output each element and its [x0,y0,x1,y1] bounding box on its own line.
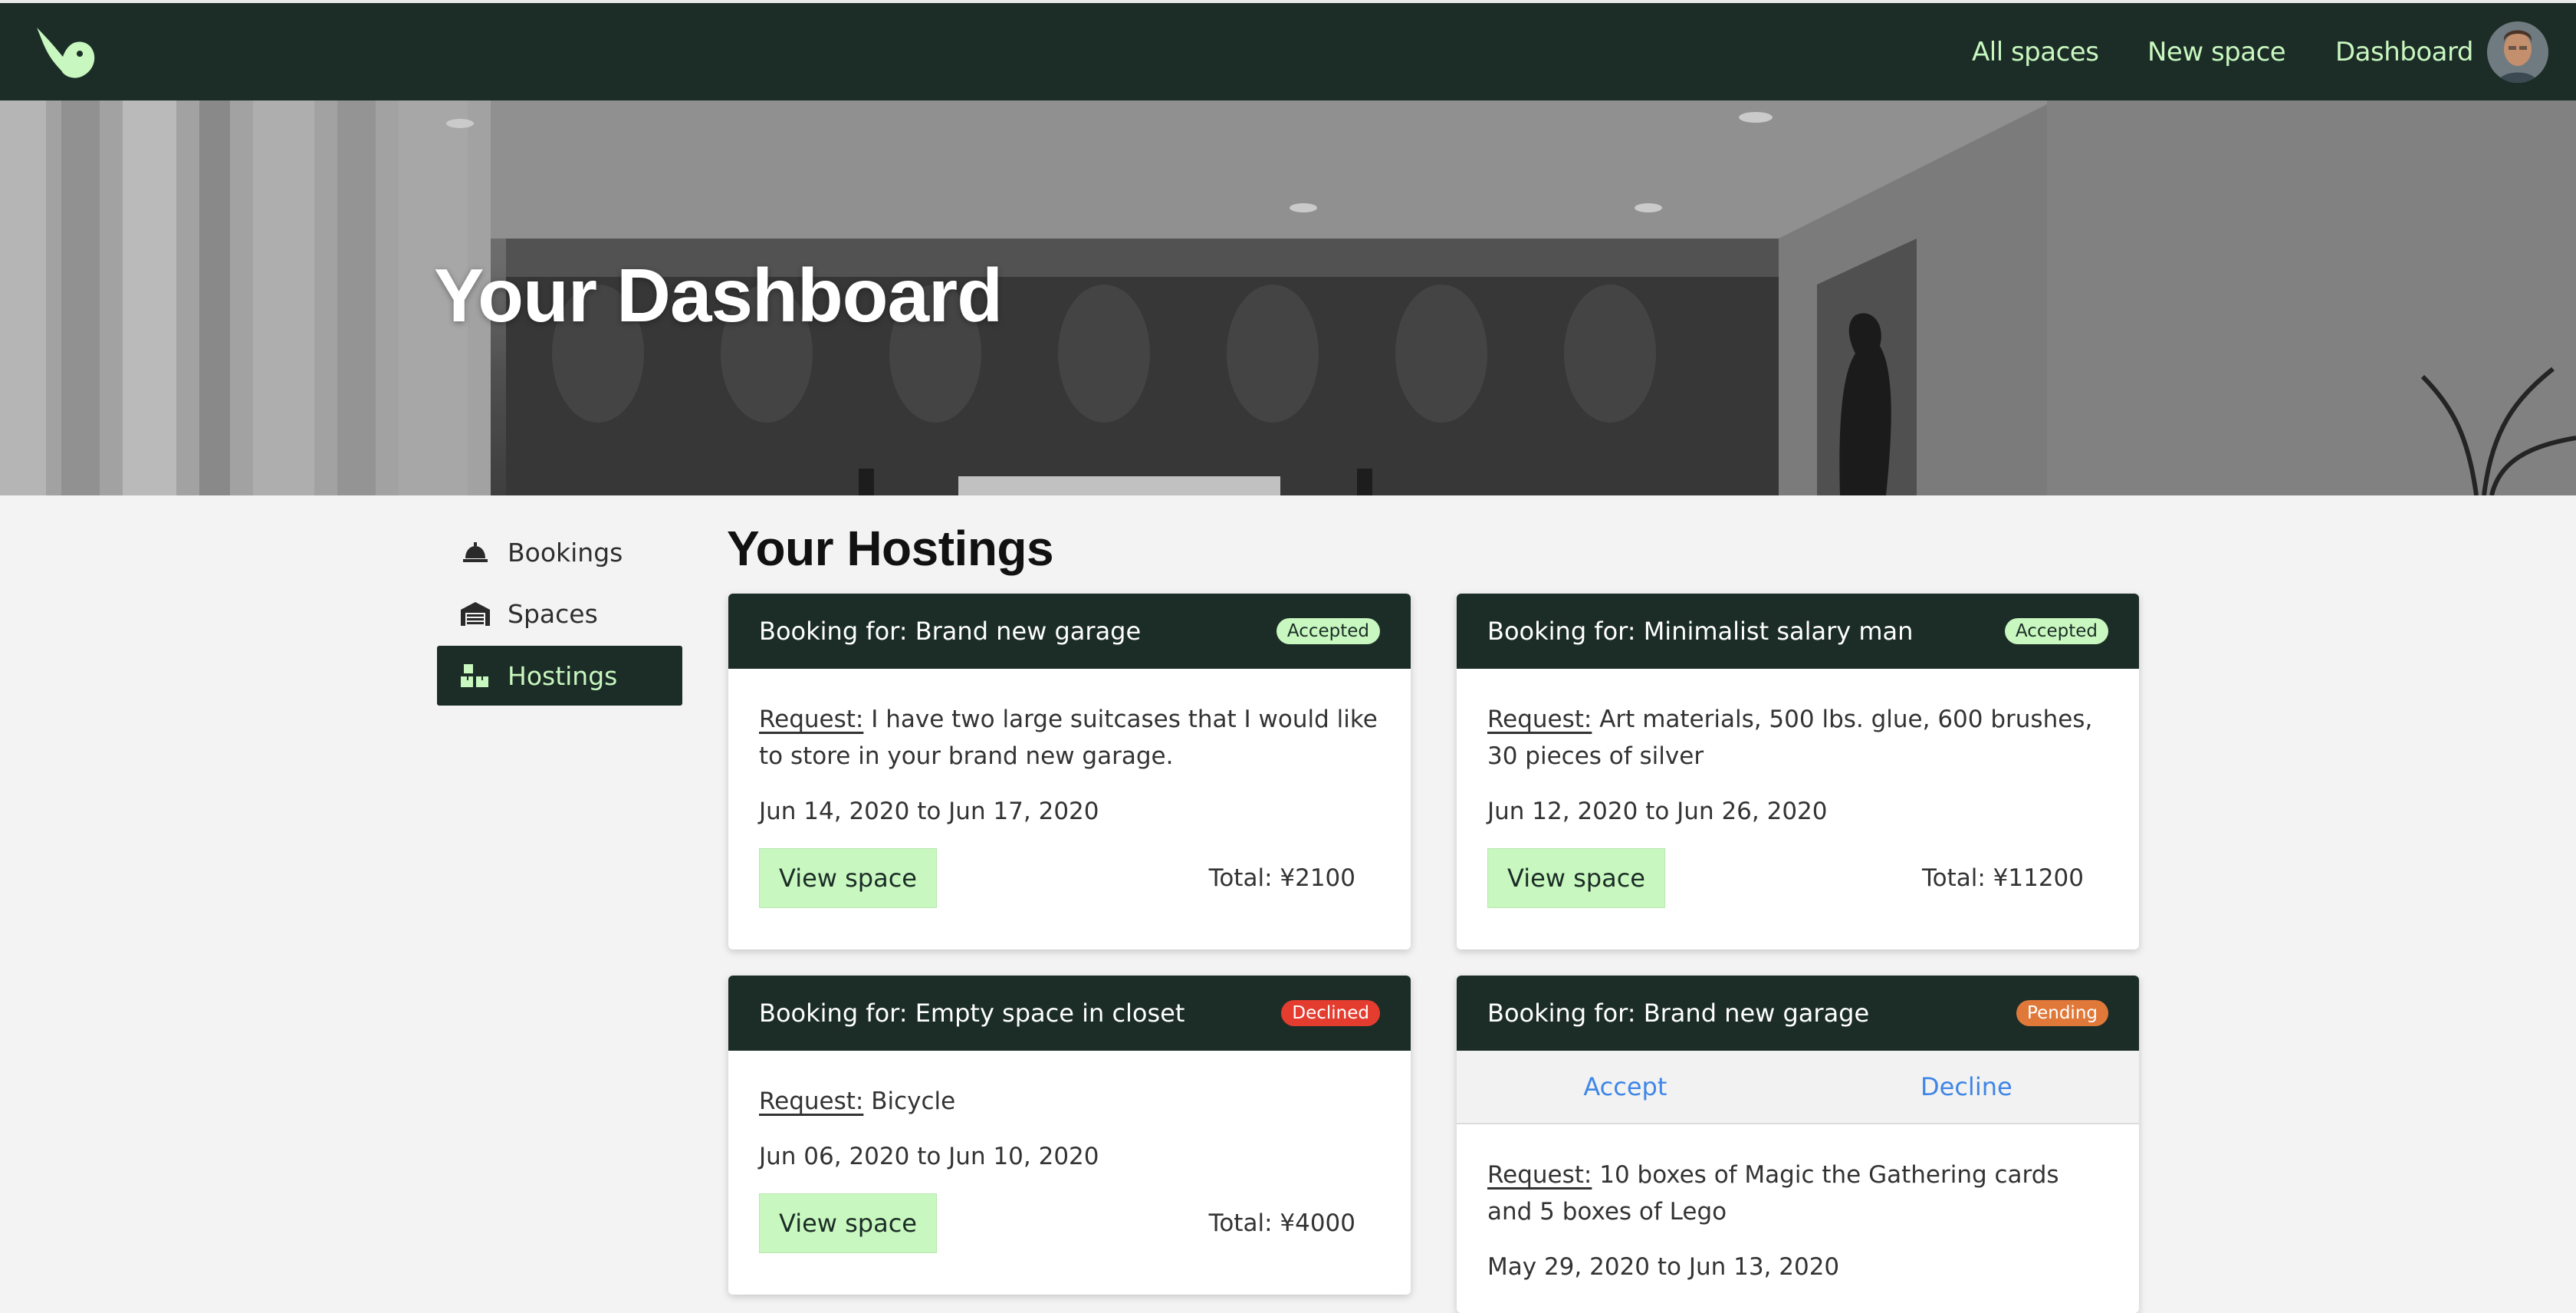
booking-dates: Jun 06, 2020 to Jun 10, 2020 [759,1143,1099,1170]
hero-background-image [0,100,2576,495]
request-label: Request: [1487,1161,1592,1189]
booking-dates: Jun 14, 2020 to Jun 17, 2020 [759,798,1099,825]
page-title: Your Dashboard [434,253,1003,337]
status-badge: Accepted [2004,618,2108,644]
request-text: Request: Art materials, 500 lbs. glue, 6… [1487,701,2108,775]
booking-total: Total: ¥2100 [1208,864,1355,892]
nav-all-spaces[interactable]: All spaces [1972,37,2099,67]
card-title: Booking for: Brand new garage [1487,999,1870,1028]
sidebar-item-label: Bookings [508,537,623,568]
sidebar-item-bookings[interactable]: Bookings [437,522,682,582]
card-header: Booking for: Brand new garage Pending [1457,976,2139,1051]
view-space-button[interactable]: View space [1487,848,1665,908]
nav-new-space[interactable]: New space [2147,37,2286,67]
booking-card: Booking for: Brand new garage Accepted R… [728,594,1411,949]
card-title: Booking for: Minimalist salary man [1487,617,1914,646]
booking-dates: Jun 12, 2020 to Jun 26, 2020 [1487,798,1828,825]
status-badge: Declined [1281,1000,1380,1026]
booking-total: Total: ¥4000 [1208,1209,1355,1237]
card-title: Booking for: Empty space in closet [759,999,1185,1028]
card-header: Booking for: Brand new garage Accepted [728,594,1411,669]
request-label: Request: [1487,706,1592,733]
boxes-icon [458,662,492,689]
status-badge: Accepted [1276,618,1380,644]
request-text: Request: 10 boxes of Magic the Gathering… [1487,1157,2108,1230]
request-text: Request: I have two large suitcases that… [759,701,1380,775]
decline-link[interactable]: Decline [1921,1072,2013,1101]
sidebar-item-hostings[interactable]: Hostings [437,646,682,706]
sidebar-item-label: Hostings [508,660,618,691]
request-label: Request: [759,706,864,733]
bell-icon [458,538,492,566]
booking-dates: May 29, 2020 to Jun 13, 2020 [1487,1253,1840,1281]
booking-card: Booking for: Empty space in closet Decli… [728,976,1411,1295]
garage-icon [458,600,492,627]
request-label: Request: [759,1088,864,1115]
view-space-button[interactable]: View space [759,848,937,908]
nav-dashboard[interactable]: Dashboard [2335,37,2473,67]
bird-logo-icon[interactable] [34,26,98,81]
hero-banner: Your Dashboard [0,100,2576,495]
booking-card: Booking for: Minimalist salary man Accep… [1457,594,2139,949]
top-navbar: All spaces New space Dashboard [0,0,2576,100]
sidebar-item-spaces[interactable]: Spaces [437,584,682,643]
booking-action-bar: Accept Decline [1457,1051,2139,1124]
user-avatar[interactable] [2487,21,2548,83]
booking-card: Booking for: Brand new garage Pending Ac… [1457,976,2139,1313]
accept-link[interactable]: Accept [1583,1072,1667,1101]
card-title: Booking for: Brand new garage [759,617,1142,646]
status-badge: Pending [2016,1000,2108,1026]
view-space-button[interactable]: View space [759,1193,937,1253]
section-title: Your Hostings [727,521,1054,576]
request-text: Request: Bicycle [759,1083,1380,1120]
sidebar-item-label: Spaces [508,598,598,629]
card-header: Booking for: Minimalist salary man Accep… [1457,594,2139,669]
booking-total: Total: ¥11200 [1921,864,2084,892]
request-value: Bicycle [863,1088,956,1115]
card-header: Booking for: Empty space in closet Decli… [728,976,1411,1051]
